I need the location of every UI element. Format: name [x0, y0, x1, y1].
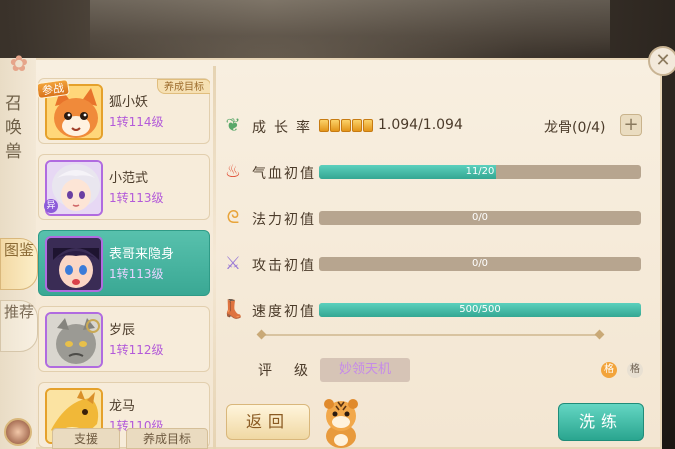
pet-level: 1转113级	[109, 267, 164, 281]
growth-row: ❦ 成长率 1.094/1.094 龙骨(0/4) +	[222, 114, 652, 137]
flower-ornament-icon: ✿	[9, 52, 29, 77]
game-screen: ✕ ✿ 召唤兽 图鉴 推荐 参战 养成目标 狐小妖 1转114级 异 小范式 1…	[0, 0, 675, 449]
pet-name: 狐小妖	[109, 95, 149, 110]
atk-bar-text: 0/0	[471, 258, 489, 269]
pet-level: 1转113级	[109, 191, 164, 205]
back-button[interactable]: 返回	[226, 404, 310, 440]
sword-icon: ⚔	[224, 253, 242, 274]
pet-card[interactable]: 参战 养成目标 狐小妖 1转114级	[38, 78, 210, 144]
grade-badge-active[interactable]: 格	[601, 362, 617, 378]
wash-button[interactable]: 洗练	[558, 403, 644, 441]
mp-row: ᘓ 法力初值 0/0	[222, 207, 652, 229]
growth-value: 1.094/1.094	[378, 117, 463, 133]
variant-badge: 异	[44, 199, 58, 213]
tab-tujian[interactable]: 图鉴	[0, 238, 38, 290]
growth-bar	[319, 119, 374, 133]
panel-title: 召唤兽	[5, 94, 23, 162]
swirl-icon: ᘓ	[226, 207, 240, 228]
mp-label: 法力初值	[252, 212, 316, 228]
pet-level: 1转114级	[109, 115, 164, 129]
pet-name: 表哥来隐身	[109, 247, 175, 262]
atk-row: ⚔ 攻击初值 0/0	[222, 253, 652, 275]
grade-badge[interactable]: 格	[627, 362, 643, 378]
pet-portrait-kid	[45, 236, 103, 292]
spd-row: 👢 速度初值 500/500	[222, 299, 652, 321]
rating-value: 妙领天机	[320, 358, 410, 382]
spd-label: 速度初值	[252, 304, 316, 320]
pet-name: 岁辰	[109, 323, 136, 338]
section-separator	[256, 329, 605, 340]
pet-card-selected[interactable]: 表哥来隐身 1转113级	[38, 230, 210, 296]
atk-bar: 0/0	[319, 257, 641, 271]
spd-bar: 500/500	[319, 303, 641, 317]
pet-name: 小范式	[109, 171, 149, 186]
tab-tuijian-label: 推荐	[3, 303, 34, 321]
hp-bar: 11/20	[319, 165, 641, 179]
hp-label: 气血初值	[252, 166, 316, 182]
player-avatar[interactable]	[4, 418, 32, 446]
hp-bar-text: 11/20	[465, 166, 495, 177]
list-bottom-tabs: 支援 养成目标	[52, 428, 212, 449]
atk-label: 攻击初值	[252, 258, 316, 274]
goal-tag: 养成目标	[157, 79, 210, 94]
growth-label: 成长率	[252, 120, 318, 136]
add-dragon-bone-button[interactable]: +	[620, 114, 642, 136]
hp-row: ♨ 气血初值 11/20	[222, 161, 652, 183]
dragon-bone-label: 龙骨(0/4)	[544, 120, 606, 136]
background-roof	[90, 0, 610, 60]
pet-card[interactable]: 岁辰 1转112级	[38, 306, 210, 372]
tab-tuijian[interactable]: 推荐	[0, 300, 38, 352]
pet-name: 龙马	[109, 399, 136, 414]
leaf-icon: ❦	[225, 115, 241, 136]
pet-list[interactable]: 参战 养成目标 狐小妖 1转114级 异 小范式 1转113级 表哥来隐身 1转…	[38, 78, 210, 449]
panel-divider	[213, 66, 216, 449]
pet-portrait-stone	[45, 312, 103, 368]
mp-bar-text: 0/0	[471, 212, 489, 223]
close-icon[interactable]: ✕	[648, 46, 675, 76]
spd-bar-text: 500/500	[459, 304, 501, 315]
pet-card[interactable]: 异 小范式 1转113级	[38, 154, 210, 220]
tab-support[interactable]: 支援	[52, 428, 120, 449]
tab-tujian-label: 图鉴	[3, 241, 34, 259]
tiger-mascot-icon	[324, 399, 358, 448]
mp-bar: 0/0	[319, 211, 641, 225]
pet-level: 1转112级	[109, 343, 164, 357]
boot-icon: 👢	[222, 299, 245, 320]
tab-cultivation-goal[interactable]: 养成目标	[126, 428, 208, 449]
flame-icon: ♨	[224, 161, 242, 182]
